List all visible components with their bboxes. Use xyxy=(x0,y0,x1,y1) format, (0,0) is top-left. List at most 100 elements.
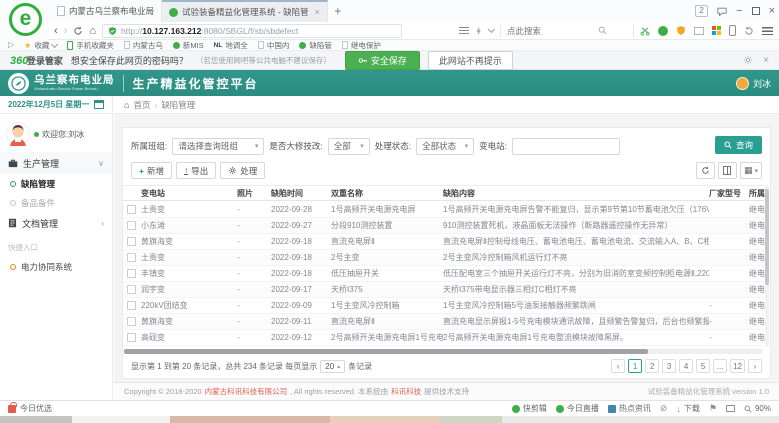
add-button[interactable]: +新增 xyxy=(131,162,172,179)
new-tab-button[interactable]: + xyxy=(328,0,348,22)
settings-gear-icon[interactable] xyxy=(743,55,753,65)
bookmarks-expand-icon[interactable]: ▷ xyxy=(8,40,14,51)
table-row[interactable]: 高砚变 - 2022-09-12 2号高频开关电源充电屏1号充电整流模块 2号高… xyxy=(123,330,764,346)
table-row[interactable]: 小东滩 - 2022-09-27 分段910测控装置 910测控装置死机，液晶面… xyxy=(123,218,764,234)
bookmark-item[interactable]: NL地调全 xyxy=(214,40,248,51)
calendar-icon[interactable] xyxy=(94,100,104,109)
tab-defect-system[interactable]: 试验装备精益化管理系统 - 缺陷管 × xyxy=(162,0,328,22)
table-row[interactable]: 土贵变 - 2022-09-28 1号高频开关电源充电屏 1号高频开关电源充电屏… xyxy=(123,202,764,218)
sidebar-item-power-system[interactable]: 电力协同系统 xyxy=(0,257,112,276)
daily-picks[interactable]: 今日优选 xyxy=(8,403,52,414)
apps-grid-icon[interactable] xyxy=(712,26,721,35)
home-icon[interactable]: ⌂ xyxy=(89,24,96,38)
download-manager[interactable]: ↓下载 xyxy=(676,403,700,414)
quick-search[interactable] xyxy=(507,26,627,36)
back-icon[interactable]: ‹ xyxy=(54,24,58,38)
row-checkbox[interactable] xyxy=(127,237,136,246)
bookmark-item[interactable]: 缺陷管 xyxy=(299,40,332,51)
printer-icon[interactable] xyxy=(726,405,735,412)
row-checkbox[interactable] xyxy=(127,285,136,294)
360-extension-icon[interactable] xyxy=(658,26,668,36)
flag-icon[interactable]: ⚑ xyxy=(709,403,717,414)
row-checkbox[interactable] xyxy=(127,333,136,342)
row-checkbox[interactable] xyxy=(127,301,136,310)
page-button[interactable]: 4 xyxy=(679,359,693,373)
col-name[interactable]: 双重名称 xyxy=(331,188,443,199)
history-undo-icon[interactable] xyxy=(744,26,754,36)
reading-list-icon[interactable] xyxy=(459,27,469,35)
provider-link[interactable]: 科讯科技 xyxy=(391,386,421,397)
quick-clip[interactable]: 快剪辑 xyxy=(512,403,547,414)
close-button[interactable]: × xyxy=(769,6,775,16)
table-row[interactable]: 润宇变 - 2022-09-17 天桥Ⅰ375 天桥Ⅰ375带电显示器三相灯C相… xyxy=(123,282,764,298)
page-button[interactable]: 2 xyxy=(645,359,659,373)
export-button[interactable]: ↑导出 xyxy=(176,162,216,179)
dismiss-site-button[interactable]: 此网站不再提示 xyxy=(428,51,513,70)
table-row[interactable]: 土贵变 - 2022-09-18 2号主变 2号主变风冷控制箱风机运行灯不亮 继… xyxy=(123,250,764,266)
tab-mengdian[interactable]: 内蒙古乌兰察布电业局 xyxy=(50,0,162,22)
mobile-icon[interactable] xyxy=(729,25,736,36)
security-shield-icon[interactable] xyxy=(676,25,686,36)
group-filter-select[interactable]: 请选择查询班组▾ xyxy=(172,138,264,155)
bookmark-item[interactable]: 新MIS xyxy=(173,40,204,51)
bookmark-item[interactable]: 中国内 xyxy=(258,40,290,51)
sidebar-item-document[interactable]: 文档管理 ‹ xyxy=(0,212,112,234)
status-filter-select[interactable]: 全部状态▾ xyxy=(416,138,474,155)
reload-icon[interactable] xyxy=(73,26,83,36)
save-password-button[interactable]: 安全保存 xyxy=(345,51,420,70)
page-button[interactable]: 12 xyxy=(730,359,745,373)
live-today[interactable]: 今日直播 xyxy=(556,403,599,414)
table-row[interactable]: 丰镇变 - 2022-09-18 低压抽屉开关 低压配电室三个抽屉开关运行灯不亮… xyxy=(123,266,764,282)
col-station[interactable]: 变电站 xyxy=(141,188,237,199)
page-button[interactable]: 5 xyxy=(696,359,710,373)
row-checkbox[interactable] xyxy=(127,253,136,262)
url-field[interactable]: http://10.127.163.212:8080/SBGL/f/sb/sbd… xyxy=(102,24,402,38)
col-model[interactable]: 厂家型号 xyxy=(709,188,749,199)
vertical-scrollbar[interactable] xyxy=(765,185,769,347)
search-input[interactable] xyxy=(507,26,593,36)
row-checkbox[interactable] xyxy=(127,221,136,230)
do-not-disturb-icon[interactable]: ⊘ xyxy=(660,403,668,414)
screenshot-scissors-icon[interactable] xyxy=(640,26,650,36)
table-row[interactable]: 黄旗海变 - 2022-09-18 直流充电屏Ⅱ 直流充电屏Ⅱ控制母线电压、蓄电… xyxy=(123,234,764,250)
overhaul-filter-select[interactable]: 全部▾ xyxy=(328,138,370,155)
flash-icon[interactable] xyxy=(475,26,483,36)
table-row[interactable]: 黄旗海变 - 2022-09-11 直流充电屏Ⅱ 直流充电显示屏报1-5号充电模… xyxy=(123,314,764,330)
page-button[interactable]: 3 xyxy=(662,359,676,373)
maximize-button[interactable] xyxy=(752,7,760,15)
row-checkbox[interactable] xyxy=(127,269,136,278)
menu-hamburger-icon[interactable] xyxy=(762,27,773,35)
sidebar-item-spare[interactable]: 备品备件 xyxy=(0,193,112,212)
company-link[interactable]: 内蒙古科讯科技有限公司 xyxy=(205,386,288,397)
tab-close-icon[interactable]: × xyxy=(315,7,320,17)
table-row[interactable]: 220kV团结变 - 2022-09-09 1号主变风冷控制箱 1号主变风冷控制… xyxy=(123,298,764,314)
horizontal-scrollbar[interactable] xyxy=(124,349,763,354)
sidebar-item-production[interactable]: 生产管理 ∨ xyxy=(0,152,112,174)
next-page-button[interactable]: › xyxy=(748,359,762,373)
station-filter-input[interactable] xyxy=(512,138,620,155)
chevron-down-icon[interactable] xyxy=(488,26,495,33)
header-user[interactable]: 刘冰 xyxy=(736,77,771,90)
forward-icon[interactable]: › xyxy=(64,24,68,38)
minimize-button[interactable]: − xyxy=(736,6,742,16)
feedback-icon[interactable] xyxy=(717,7,727,16)
col-time[interactable]: 缺陷时间 xyxy=(271,188,331,199)
row-checkbox[interactable] xyxy=(127,317,136,326)
prev-page-button[interactable]: ‹ xyxy=(611,359,625,373)
bookmark-item[interactable]: 继电保护 xyxy=(342,40,381,51)
row-checkbox[interactable] xyxy=(127,205,136,214)
col-team[interactable]: 所属班组 xyxy=(749,188,766,199)
columns-button[interactable] xyxy=(718,162,737,179)
col-content[interactable]: 缺陷内容 xyxy=(443,188,709,199)
page-button[interactable]: 1 xyxy=(628,359,642,373)
bookmark-favorites[interactable]: ★收藏 xyxy=(24,40,57,51)
image-tool-icon[interactable] xyxy=(694,27,704,35)
window-count-badge[interactable]: 2 xyxy=(695,5,708,17)
bookmark-mobile-folder[interactable]: 手机收藏夹 xyxy=(67,40,114,51)
refresh-button[interactable] xyxy=(696,162,715,179)
breadcrumb-home[interactable]: 首页 xyxy=(133,99,150,111)
col-photo[interactable]: 照片 xyxy=(237,188,271,199)
query-button[interactable]: 查询 xyxy=(715,136,762,154)
bookmark-item[interactable]: 内蒙古乌 xyxy=(124,40,163,51)
page-size-select[interactable]: 20▴ xyxy=(320,360,345,373)
